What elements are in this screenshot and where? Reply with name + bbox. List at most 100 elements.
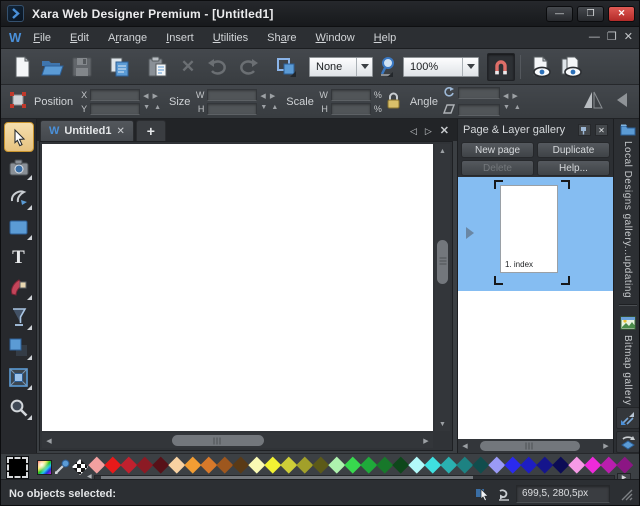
color-swatch[interactable] [137,456,153,474]
color-swatch[interactable] [329,456,345,474]
mdi-close-button[interactable]: ✕ [624,32,633,43]
color-swatch[interactable] [585,456,601,474]
panel-close-icon[interactable]: ✕ [595,124,608,136]
page-row-selected[interactable]: 1. index [458,177,613,291]
zoom-canvas-tool-button[interactable] [4,392,34,422]
color-swatch[interactable] [409,456,425,474]
zoom-level-dropdown[interactable]: 100% [403,57,479,77]
new-page-button[interactable]: New page [461,142,534,158]
color-swatch[interactable] [425,456,441,474]
color-swatch[interactable] [521,456,537,474]
canvas-page[interactable] [42,144,433,431]
color-swatch[interactable] [185,456,201,474]
color-swatch[interactable] [473,456,489,474]
panel-horizontal-scrollbar[interactable]: ◀ ▶ [458,439,613,453]
scroll-down-icon[interactable]: ▼ [435,417,450,431]
photo-tool-button[interactable] [4,152,34,182]
color-swatch[interactable] [153,456,169,474]
maximize-button[interactable]: ❒ [577,6,604,22]
skew-input[interactable] [458,104,500,116]
redo-button[interactable] [233,53,263,81]
menu-item-file[interactable]: File [33,32,51,44]
tab-close-icon[interactable]: ✕ [116,126,124,137]
size-w-input[interactable] [207,89,257,101]
scroll-right-icon[interactable]: ▶ [419,433,433,448]
scroll-left-icon[interactable]: ◀ [42,433,56,448]
color-swatch[interactable] [265,456,281,474]
help-button[interactable]: Help... [537,160,610,176]
fit-to-window-button[interactable] [616,407,640,429]
color-swatch[interactable] [489,456,505,474]
color-swatch[interactable] [233,456,249,474]
rectangle-tool-button[interactable] [4,212,34,242]
new-document-button[interactable] [7,53,37,81]
color-swatch[interactable] [313,456,329,474]
document-tab-untitled1[interactable]: W Untitled1 ✕ [40,120,134,141]
color-swatch[interactable] [345,456,361,474]
color-swatch[interactable] [441,456,457,474]
fill-tool-button[interactable] [4,272,34,302]
color-swatch[interactable] [201,456,217,474]
lock-aspect-button[interactable] [386,92,401,112]
canvas-horizontal-scrollbar[interactable]: ◀ ▶ [42,433,433,448]
resize-grip-icon[interactable] [620,488,633,501]
undo-button[interactable] [203,53,233,81]
pin-icon[interactable] [578,124,591,136]
color-swatch[interactable] [457,456,473,474]
menu-item-window[interactable]: Window [316,32,355,44]
bitmap-gallery-tab[interactable]: Bitmap gallery [620,312,636,405]
duplicate-button[interactable]: Duplicate [537,142,610,158]
copy-button[interactable] [105,53,135,81]
selector-tool-button[interactable] [4,122,34,152]
angle-steppers[interactable]: ◀▶▼▲ [503,93,521,111]
no-color-swatch[interactable] [72,459,88,475]
tab-scroll-right-button[interactable]: ▷ [425,127,432,136]
color-swatch[interactable] [377,456,393,474]
color-swatch[interactable] [537,456,553,474]
scroll-up-icon[interactable]: ▲ [435,144,450,158]
snap-magnet-button[interactable] [487,53,515,81]
fill-style-dropdown[interactable]: None [309,57,373,77]
menu-item-arrange[interactable]: Arrange [108,32,147,44]
color-swatch[interactable] [601,456,617,474]
bevel-tool-button[interactable] [4,362,34,392]
text-tool-button[interactable]: T [4,242,34,272]
flip-vertical-button[interactable] [615,92,629,111]
expand-arrow-icon[interactable] [466,227,474,239]
current-color-swatch[interactable] [7,457,28,478]
scroll-left-icon[interactable]: ◀ [458,442,472,450]
mdi-restore-button[interactable]: ❐ [607,32,617,43]
open-file-button[interactable] [37,53,67,81]
color-swatch[interactable] [361,456,377,474]
new-document-tab[interactable]: + [136,120,166,141]
zoom-tool-button[interactable] [373,53,403,81]
canvas-vertical-scrollbar[interactable]: ▲ ▼ [435,144,450,431]
scroll-right-icon[interactable]: ▶ [599,442,613,450]
preview-page-button[interactable] [526,53,556,81]
flip-horizontal-button[interactable] [583,91,603,112]
save-button[interactable] [67,53,97,81]
paste-button[interactable] [143,53,173,81]
rotate-view-button[interactable] [616,431,640,453]
size-h-input[interactable] [207,103,257,115]
size-steppers[interactable]: ◀▶▼▲ [260,93,278,111]
vscroll-thumb[interactable] [437,240,448,284]
color-swatch[interactable] [121,456,137,474]
local-designs-gallery-tab[interactable]: Local Designs gallery...updating [620,119,636,298]
tab-scroll-left-button[interactable]: ◁ [410,127,417,136]
color-editor-icon[interactable] [37,460,52,475]
color-swatch[interactable] [297,456,313,474]
push-tool-button[interactable] [271,53,301,81]
color-swatch[interactable] [569,456,585,474]
color-swatch[interactable] [617,456,633,474]
menu-item-share[interactable]: Share [267,32,296,44]
position-x-input[interactable] [90,89,140,101]
color-swatch[interactable] [105,456,121,474]
menu-item-insert[interactable]: Insert [166,32,194,44]
tab-bar-close-button[interactable]: ✕ [440,126,449,137]
minimize-button[interactable]: — [546,6,573,22]
preview-site-button[interactable] [556,53,586,81]
color-swatch[interactable] [393,456,409,474]
delete-button[interactable]: ✕ [173,53,203,81]
scale-h-input[interactable] [331,103,371,115]
